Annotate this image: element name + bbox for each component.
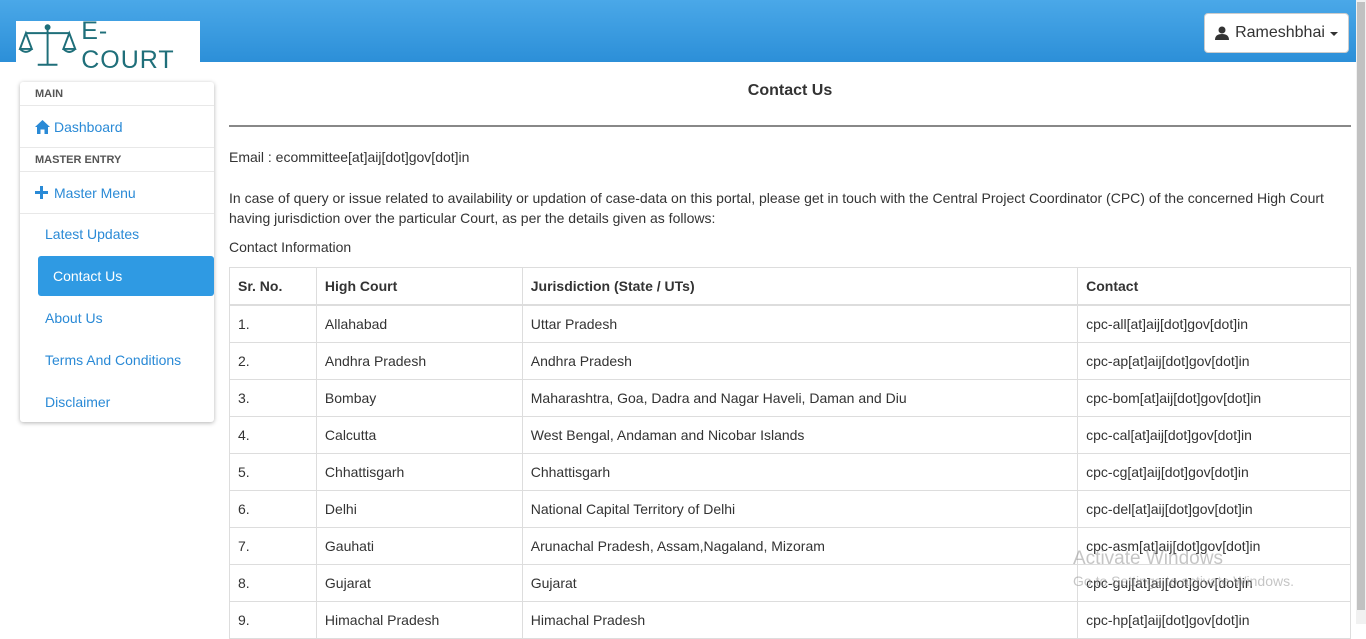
cell-jurisdiction: Himachal Pradesh <box>521 601 1079 639</box>
cell-high-court: Allahabad <box>315 304 523 343</box>
activate-windows-watermark-title: Activate Windows <box>1073 548 1223 569</box>
page-title: Contact Us <box>747 82 833 99</box>
email-text: Email : ecommittee[at]aij[dot]gov[dot]in <box>229 149 470 165</box>
column-header-high-court: High Court <box>315 267 523 306</box>
sidebar-item-label: Dashboard <box>54 118 123 135</box>
scales-of-justice-icon <box>18 24 77 66</box>
table-header-row: Sr. No. High Court Jurisdiction (State /… <box>229 267 1351 306</box>
cell-jurisdiction: Uttar Pradesh <box>521 304 1079 343</box>
sidebar: MAIN Dashboard MASTER ENTRY Master Menu … <box>20 82 214 422</box>
table-row: 6. Delhi National Capital Territory of D… <box>229 490 1351 528</box>
cell-high-court: Delhi <box>315 490 523 528</box>
user-menu-button[interactable]: Rameshbhai <box>1204 13 1349 53</box>
scrollbar-thumb[interactable] <box>1357 2 1365 610</box>
page-scrollbar[interactable] <box>1356 0 1366 624</box>
cell-sr-no: 8. <box>229 564 317 602</box>
top-navbar <box>0 0 1356 62</box>
table-row: 5. Chhattisgarh Chhattisgarh cpc-cg[at]a… <box>229 453 1351 491</box>
logo-text: E-COURT <box>81 17 175 74</box>
cell-high-court: Andhra Pradesh <box>315 342 523 380</box>
cell-sr-no: 4. <box>229 416 317 454</box>
sidebar-item-contact-us[interactable]: Contact Us <box>38 256 214 296</box>
table-row: 9. Himachal Pradesh Himachal Pradesh cpc… <box>229 601 1351 639</box>
column-header-jurisdiction: Jurisdiction (State / UTs) <box>521 267 1079 306</box>
cell-high-court: Calcutta <box>315 416 523 454</box>
cell-high-court: Gujarat <box>315 564 523 602</box>
sidebar-item-about-us[interactable]: About Us <box>45 310 103 326</box>
plus-icon <box>35 186 48 199</box>
user-icon <box>1215 26 1230 40</box>
cell-sr-no: 7. <box>229 527 317 565</box>
sidebar-section-master-entry: MASTER ENTRY <box>20 148 214 172</box>
column-header-contact: Contact <box>1077 267 1351 306</box>
sidebar-section-main: MAIN <box>20 82 214 106</box>
cell-sr-no: 3. <box>229 379 317 417</box>
cell-high-court: Bombay <box>315 379 523 417</box>
cell-contact: cpc-hp[at]aij[dot]gov[dot]in <box>1077 601 1351 639</box>
cell-sr-no: 6. <box>229 490 317 528</box>
table-row: 1. Allahabad Uttar Pradesh cpc-all[at]ai… <box>229 304 1351 343</box>
table-row: 3. Bombay Maharashtra, Goa, Dadra and Na… <box>229 379 1351 417</box>
cell-jurisdiction: Arunachal Pradesh, Assam,Nagaland, Mizor… <box>521 527 1079 565</box>
cell-contact: cpc-cg[at]aij[dot]gov[dot]in <box>1077 453 1351 491</box>
sidebar-item-terms[interactable]: Terms And Conditions <box>45 352 181 368</box>
user-name: Rameshbhai <box>1235 24 1325 41</box>
cell-sr-no: 5. <box>229 453 317 491</box>
cell-high-court: Chhattisgarh <box>315 453 523 491</box>
sidebar-item-disclaimer[interactable]: Disclaimer <box>45 394 110 410</box>
sidebar-item-label: Master Menu <box>54 184 136 201</box>
ecourt-logo[interactable]: E-COURT <box>16 17 200 74</box>
contact-info-label: Contact Information <box>229 239 352 255</box>
cell-high-court: Himachal Pradesh <box>315 601 523 639</box>
cell-sr-no: 9. <box>229 601 317 639</box>
cell-jurisdiction: Gujarat <box>521 564 1079 602</box>
cell-contact: cpc-all[at]aij[dot]gov[dot]in <box>1077 304 1351 343</box>
cell-jurisdiction: National Capital Territory of Delhi <box>521 490 1079 528</box>
intro-text: In case of query or issue related to ava… <box>229 190 1324 226</box>
home-icon <box>35 119 50 134</box>
cell-jurisdiction: Chhattisgarh <box>521 453 1079 491</box>
cell-sr-no: 1. <box>229 304 317 343</box>
title-divider <box>229 125 1351 127</box>
column-header-sr-no: Sr. No. <box>229 267 317 306</box>
cell-contact: cpc-bom[at]aij[dot]gov[dot]in <box>1077 379 1351 417</box>
cell-high-court: Gauhati <box>315 527 523 565</box>
sidebar-item-latest-updates[interactable]: Latest Updates <box>45 226 139 242</box>
activate-windows-watermark-subtitle: Go to Settings to activate Windows. <box>1073 573 1294 589</box>
table-row: 4. Calcutta West Bengal, Andaman and Nic… <box>229 416 1351 454</box>
caret-down-icon <box>1329 32 1338 36</box>
sidebar-item-dashboard[interactable]: Dashboard <box>20 106 214 148</box>
cell-jurisdiction: West Bengal, Andaman and Nicobar Islands <box>521 416 1079 454</box>
cell-jurisdiction: Maharashtra, Goa, Dadra and Nagar Haveli… <box>521 379 1079 417</box>
cell-contact: cpc-del[at]aij[dot]gov[dot]in <box>1077 490 1351 528</box>
cell-sr-no: 2. <box>229 342 317 380</box>
cell-contact: cpc-cal[at]aij[dot]gov[dot]in <box>1077 416 1351 454</box>
table-row: 2. Andhra Pradesh Andhra Pradesh cpc-ap[… <box>229 342 1351 380</box>
cell-jurisdiction: Andhra Pradesh <box>521 342 1079 380</box>
cell-contact: cpc-ap[at]aij[dot]gov[dot]in <box>1077 342 1351 380</box>
sidebar-item-master-menu[interactable]: Master Menu <box>20 172 214 214</box>
